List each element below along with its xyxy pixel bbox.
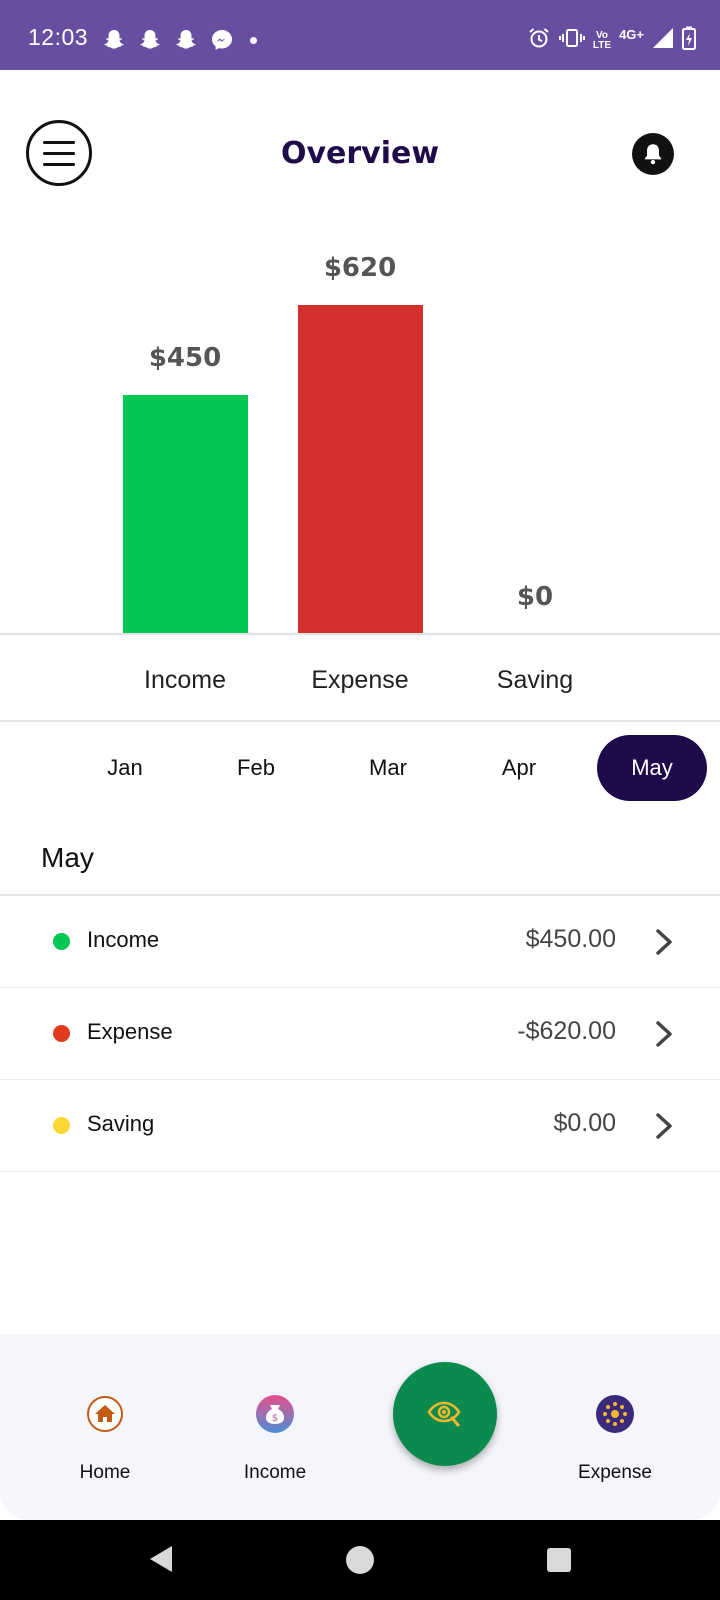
volte-text-bottom: LTE: [592, 39, 612, 51]
page-title: Overview: [280, 136, 440, 171]
search-eye-icon: [427, 1401, 461, 1427]
saving-dot: [53, 1117, 70, 1134]
nav-label: Home: [79, 1462, 131, 1483]
volte-indicator: Vo LTE: [592, 29, 612, 51]
bottom-navigation: Home $ Income Expense: [0, 1334, 720, 1520]
expense-icon: [595, 1394, 635, 1434]
svg-text:$: $: [272, 1413, 278, 1424]
month-selector[interactable]: c Jan Feb Mar Apr May: [0, 735, 720, 801]
month-tab-mar[interactable]: Mar: [343, 735, 433, 801]
home-icon: [85, 1394, 125, 1434]
row-amount: -$620.00: [517, 1017, 616, 1045]
month-tab-feb[interactable]: Feb: [211, 735, 301, 801]
income-dot: [53, 933, 70, 950]
bar-chart: $450 $620 $0: [0, 220, 720, 634]
category-label-expense: Expense: [311, 666, 409, 694]
month-tab-apr[interactable]: Apr: [474, 735, 564, 801]
system-navigation-bar: [0, 1520, 720, 1600]
row-label: Saving: [87, 1111, 155, 1136]
nav-label: Expense: [578, 1462, 652, 1483]
category-label-income: Income: [144, 666, 226, 694]
snapchat-icon: [102, 28, 126, 52]
recents-icon[interactable]: [547, 1548, 571, 1572]
selected-month-title: May: [41, 842, 94, 873]
system-status-icons: Vo LTE 4G+: [527, 26, 696, 55]
bar-income: [122, 395, 248, 634]
more-notifications-dot: [250, 36, 257, 44]
bar-value-label-income: $450: [148, 343, 222, 373]
bar-value-label-saving: $0: [516, 582, 554, 612]
bar-value-label-expense: $620: [323, 253, 397, 283]
money-bag-icon: $: [255, 1394, 295, 1434]
home-circle-icon[interactable]: [346, 1546, 374, 1574]
bar-expense: [297, 305, 423, 634]
row-label: Expense: [87, 1019, 173, 1044]
messenger-icon: [210, 28, 234, 52]
expense-dot: [53, 1025, 70, 1042]
month-tab-may[interactable]: May: [597, 735, 707, 801]
summary-row-saving[interactable]: Saving $0.00: [0, 1080, 720, 1172]
notifications-button[interactable]: [632, 133, 674, 175]
snapchat-icon: [174, 28, 198, 52]
summary-row-income[interactable]: Income $450.00: [0, 896, 720, 988]
network-type: 4G+: [619, 27, 644, 42]
back-icon[interactable]: [148, 1544, 174, 1574]
status-bar: 12:03 Vo LTE 4G+: [0, 0, 720, 70]
row-label: Income: [87, 927, 160, 952]
category-label-saving: Saving: [496, 666, 574, 694]
chart-divider: [0, 720, 720, 722]
signal-icon: [652, 27, 674, 54]
row-amount: $0.00: [553, 1109, 616, 1137]
alarm-icon: [527, 26, 551, 55]
status-time: 12:03: [28, 24, 89, 50]
nav-label: Income: [243, 1462, 307, 1483]
notification-icons: [102, 28, 257, 52]
battery-icon: [682, 26, 696, 55]
vibrate-icon: [558, 26, 585, 55]
chart-baseline: [0, 633, 720, 635]
chevron-right-icon: [656, 929, 672, 955]
bell-icon: [644, 144, 662, 165]
chevron-right-icon: [656, 1021, 672, 1047]
summary-row-expense[interactable]: Expense -$620.00: [0, 988, 720, 1080]
row-amount: $450.00: [525, 925, 616, 953]
month-tab-jan[interactable]: Jan: [80, 735, 170, 801]
snapchat-icon: [138, 28, 162, 52]
volte-text-top: Vo: [595, 29, 608, 41]
fab-search-button[interactable]: [393, 1362, 497, 1466]
month-tab-dec[interactable]: c: [0, 735, 20, 801]
chevron-right-icon: [656, 1113, 672, 1139]
